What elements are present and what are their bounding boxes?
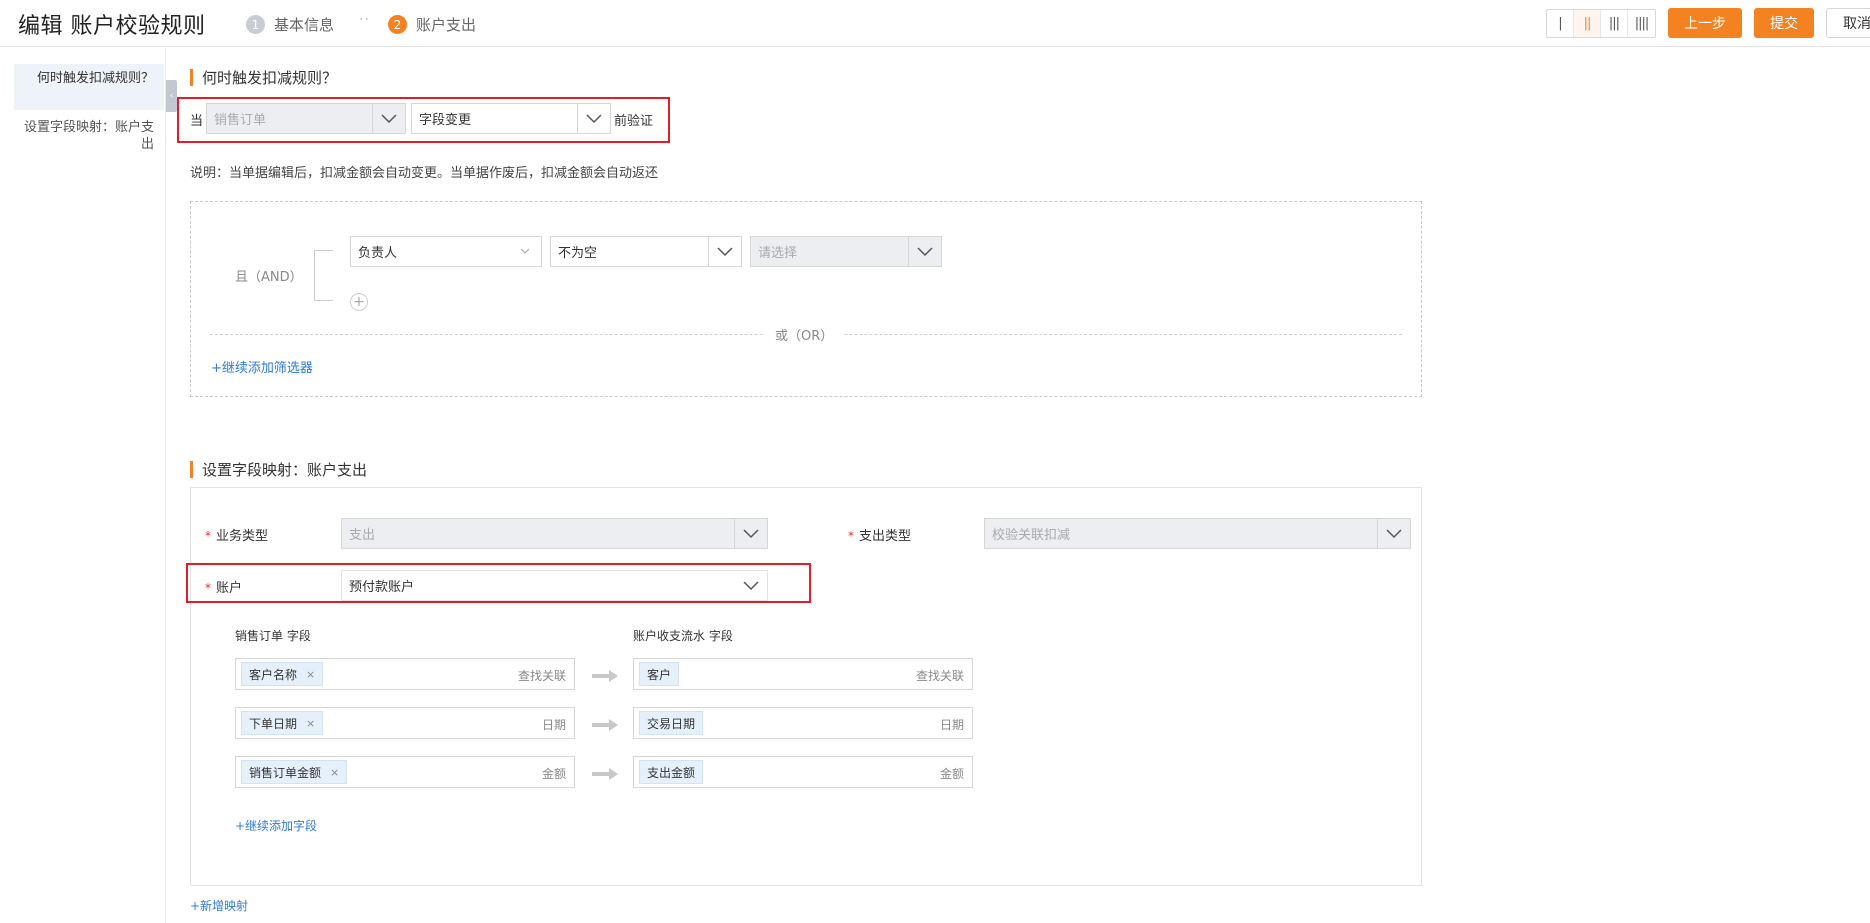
- account-select[interactable]: 预付款账户: [341, 570, 768, 601]
- nav-item-field-mapping[interactable]: 设置字段映射：账户支出: [14, 119, 164, 159]
- collapse-sidebar-icon[interactable]: ‹: [166, 80, 177, 112]
- trigger-prefix: 当: [190, 114, 204, 129]
- condition-value-placeholder: 请选择: [758, 246, 798, 261]
- column-layout-switch: | || ||| ||||: [1546, 9, 1656, 38]
- step-number-2: 2: [388, 15, 407, 34]
- condition-operator-select[interactable]: 不为空: [550, 236, 742, 267]
- trigger-event-select[interactable]: 字段变更: [411, 103, 611, 134]
- mapping-arrow-icon: [592, 768, 618, 780]
- step-number-1: 1: [246, 15, 265, 34]
- target-field-input[interactable]: 交易日期 日期: [633, 707, 973, 739]
- target-fields-header: 账户收支流水 字段: [633, 629, 733, 643]
- add-mapping-link[interactable]: +新增映射: [190, 897, 248, 914]
- field-kind: 金额: [541, 767, 566, 781]
- source-field-input[interactable]: 下单日期 × 日期: [235, 707, 575, 739]
- business-type-value: 支出: [349, 528, 376, 543]
- prev-step-button[interactable]: 上一步: [1668, 8, 1742, 38]
- page-title: 编辑 账户校验规则: [18, 14, 206, 39]
- condition-value-select[interactable]: 请选择: [750, 236, 942, 267]
- one-column-button[interactable]: |: [1547, 10, 1574, 37]
- business-type-label: * 业务类型: [205, 529, 269, 544]
- two-column-button[interactable]: ||: [1574, 10, 1601, 37]
- cancel-button[interactable]: 取消: [1826, 8, 1870, 38]
- chevron-down-icon: [372, 104, 405, 133]
- field-tag: 下单日期 ×: [241, 711, 324, 735]
- trigger-object-value: 销售订单: [214, 113, 267, 128]
- field-tag: 客户名称 ×: [241, 662, 324, 686]
- chevron-down-icon: [1377, 519, 1410, 548]
- condition-field-value: 负责人: [358, 246, 398, 261]
- trigger-event-value: 字段变更: [419, 113, 472, 128]
- add-field-link[interactable]: +继续添加字段: [235, 817, 317, 834]
- step-label-basic-info: 基本信息: [274, 16, 335, 34]
- target-field-input[interactable]: 支出金额 金额: [633, 756, 973, 788]
- page-header: 编辑 账户校验规则 1 基本信息 ·· 2 账户支出 | || ||| ||||…: [0, 0, 1870, 47]
- chevron-down-icon: [508, 237, 541, 266]
- chevron-down-icon: [734, 571, 767, 600]
- source-field-input[interactable]: 客户名称 × 查找关联: [235, 658, 575, 690]
- condition-field-select[interactable]: 负责人: [350, 236, 542, 267]
- field-kind: 查找关联: [517, 669, 566, 683]
- nav-item-trigger[interactable]: 何时触发扣减规则？: [14, 64, 164, 110]
- section-nav: 何时触发扣减规则？ 设置字段映射：账户支出: [0, 48, 166, 923]
- chevron-down-icon: [734, 519, 767, 548]
- field-kind: 日期: [541, 718, 566, 732]
- source-fields-header: 销售订单 字段: [235, 629, 311, 643]
- condition-operator-value: 不为空: [558, 246, 598, 261]
- step-separator: ··: [359, 12, 370, 28]
- and-bracket: [314, 250, 333, 301]
- remove-tag-icon[interactable]: ×: [306, 717, 315, 730]
- four-column-button[interactable]: ||||: [1628, 10, 1655, 37]
- three-column-button[interactable]: |||: [1601, 10, 1628, 37]
- field-tag: 交易日期: [639, 711, 704, 735]
- trigger-object-select[interactable]: 销售订单: [206, 103, 406, 134]
- step-account-expense[interactable]: 2 账户支出: [388, 14, 476, 35]
- chevron-down-icon: [908, 237, 941, 266]
- trigger-section-title: 何时触发扣减规则？: [190, 67, 337, 88]
- mapping-arrow-icon: [592, 670, 618, 682]
- field-tag: 支出金额: [639, 760, 704, 784]
- trigger-suffix: 前验证: [614, 114, 654, 129]
- field-tag: 客户: [639, 662, 680, 686]
- business-type-select[interactable]: 支出: [341, 518, 768, 549]
- chevron-down-icon: [708, 237, 741, 266]
- expense-type-label: * 支出类型: [848, 529, 912, 544]
- target-field-input[interactable]: 客户 查找关联: [633, 658, 973, 690]
- field-kind: 金额: [939, 767, 964, 781]
- field-tag: 销售订单金额 ×: [241, 760, 348, 784]
- expense-type-value: 校验关联扣减: [992, 528, 1071, 543]
- filter-group-box: [190, 201, 1422, 397]
- or-label: 或（OR）: [765, 325, 844, 344]
- step-label-account-expense: 账户支出: [416, 16, 477, 34]
- account-value: 预付款账户: [349, 580, 415, 595]
- remove-tag-icon[interactable]: ×: [306, 668, 315, 681]
- submit-button[interactable]: 提交: [1754, 8, 1814, 38]
- chevron-down-icon: [577, 104, 610, 133]
- trigger-note: 说明：当单据编辑后，扣减金额会自动变更。当单据作废后，扣减金额会自动返还: [190, 166, 659, 181]
- account-label: * 账户: [205, 581, 243, 596]
- step-basic-info[interactable]: 1 基本信息: [246, 14, 334, 35]
- field-kind: 日期: [939, 718, 964, 732]
- remove-tag-icon[interactable]: ×: [330, 766, 339, 779]
- and-label: 且（AND）: [235, 270, 303, 285]
- source-field-input[interactable]: 销售订单金额 × 金额: [235, 756, 575, 788]
- add-filter-link[interactable]: +继续添加筛选器: [211, 357, 313, 376]
- mapping-section-title: 设置字段映射：账户支出: [190, 459, 367, 480]
- expense-type-select[interactable]: 校验关联扣减: [984, 518, 1411, 549]
- field-kind: 查找关联: [915, 669, 964, 683]
- mapping-arrow-icon: [592, 719, 618, 731]
- add-condition-icon[interactable]: +: [350, 293, 368, 311]
